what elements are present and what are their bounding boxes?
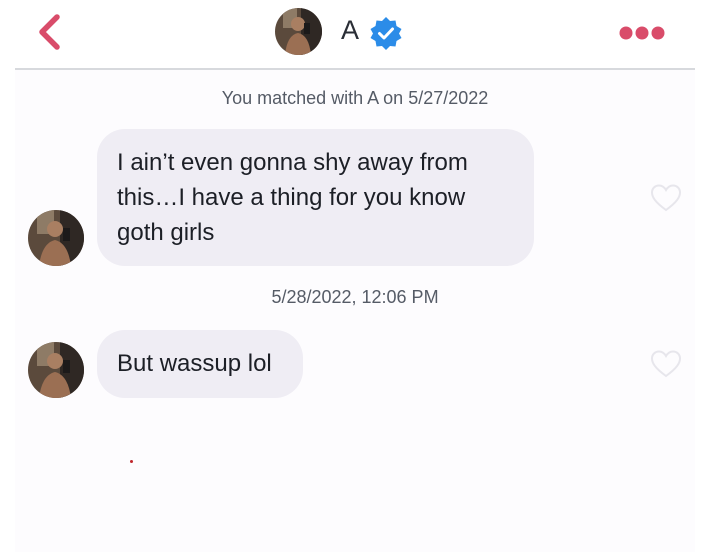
chat-header: A	[0, 0, 711, 70]
message-line: I ain’t even gonna shy away from	[117, 149, 468, 176]
message-bubble[interactable]: But wassup lol	[97, 330, 303, 398]
avatar-photo-icon	[28, 210, 84, 266]
chevron-left-icon	[39, 14, 60, 50]
like-message-button[interactable]	[650, 349, 682, 379]
avatar-photo-icon	[28, 342, 84, 398]
match-avatar[interactable]	[275, 8, 322, 55]
stray-dot	[130, 460, 133, 463]
verified-badge	[369, 16, 403, 50]
message-timestamp: 5/28/2022, 12:06 PM	[271, 287, 439, 307]
message-line: goth girls	[117, 219, 215, 246]
heart-outline-icon	[650, 350, 682, 378]
more-options-button[interactable]	[613, 22, 671, 44]
message-line: this…I have a thing for you know	[117, 184, 466, 211]
heart-outline-icon	[650, 184, 682, 212]
avatar-photo-icon	[275, 8, 322, 55]
match-name: A	[341, 15, 360, 45]
message-line: But wassup lol	[117, 350, 272, 377]
back-button[interactable]	[33, 12, 67, 52]
more-dots-icon	[619, 26, 665, 40]
verified-badge-icon	[370, 17, 402, 50]
sender-avatar[interactable]	[28, 210, 84, 266]
match-notice: You matched with A on 5/27/2022	[221, 88, 489, 108]
like-message-button[interactable]	[650, 183, 682, 213]
message-bubble[interactable]: I ain’t even gonna shy away from this…I …	[97, 129, 534, 266]
sender-avatar[interactable]	[28, 342, 84, 398]
